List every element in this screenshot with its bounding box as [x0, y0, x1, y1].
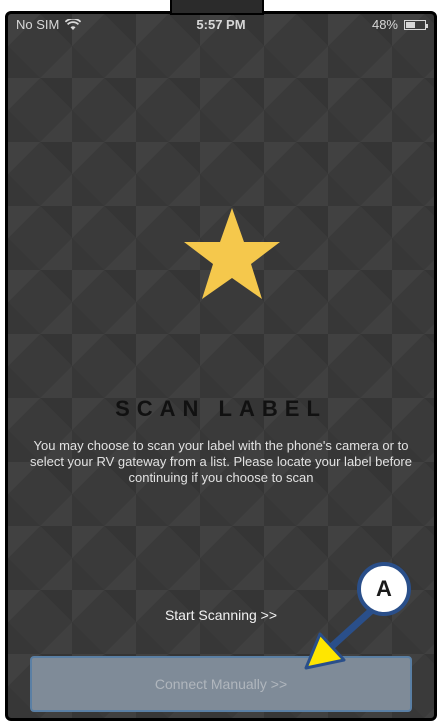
phone-screen: No SIM 5:57 PM 48% SCAN LABEL You may ch…	[5, 11, 437, 721]
page-title: SCAN LABEL	[115, 396, 327, 421]
status-right: 48%	[371, 17, 428, 32]
status-bar: No SIM 5:57 PM 48%	[8, 14, 434, 36]
connect-manually-button[interactable]: Connect Manually >>	[30, 656, 412, 712]
battery-icon	[404, 19, 428, 30]
battery-level	[406, 21, 415, 28]
status-time: 5:57 PM	[196, 17, 246, 32]
description-text: You may choose to scan your label with t…	[29, 438, 412, 485]
tab-label	[170, 0, 264, 15]
battery-percent: 48%	[371, 17, 398, 32]
star-icon	[184, 208, 280, 299]
battery-tip	[426, 23, 428, 28]
callout-marker: A	[357, 562, 411, 616]
